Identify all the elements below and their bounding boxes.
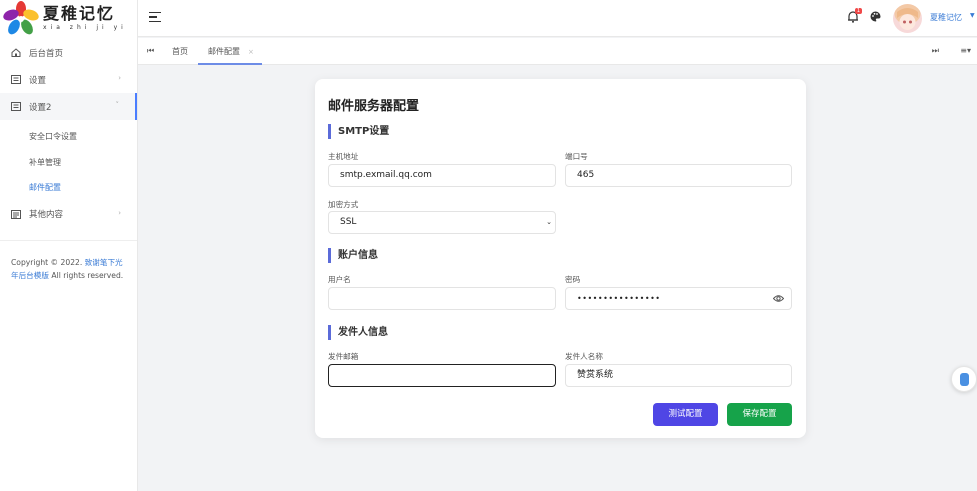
port-label: 端口号	[565, 152, 588, 161]
password-value: ••••••••••••••••	[577, 294, 661, 303]
host-label: 主机地址	[328, 152, 359, 161]
sidebar-subitem-order-fix[interactable]: 补单管理	[0, 150, 137, 176]
sidebar-item-settings2[interactable]: 设置2 ˅	[0, 93, 137, 120]
sender-email-input[interactable]	[328, 364, 556, 387]
home-icon	[11, 48, 21, 57]
brand-name: 夏稚记忆	[43, 4, 116, 23]
tab-bar: ⏮ 首页 邮件配置 × ⏭ ≡▾	[138, 38, 977, 65]
test-config-button[interactable]: 测试配置	[653, 403, 718, 426]
tab-menu-icon[interactable]: ≡▾	[960, 46, 971, 55]
floating-helper-button[interactable]	[951, 366, 977, 392]
copyright-text: Copyright © 2022.	[11, 257, 83, 267]
copyright: Copyright © 2022. 致谢笔下光年后台模版 All rights …	[0, 241, 137, 297]
sidebar-subitem-email-config[interactable]: 邮件配置	[0, 175, 137, 201]
sender-name-label: 发件人名称	[565, 352, 603, 361]
copyright-suffix: All rights reserved.	[51, 270, 124, 280]
sender-email-label: 发件邮箱	[328, 352, 359, 361]
tab-label: 邮件配置	[208, 47, 240, 56]
sidebar: 夏稚记忆 xia zhi ji yi 后台首页 设置 › 设置2 ˅ 安全口令设…	[0, 0, 138, 491]
helper-icon	[960, 373, 969, 386]
tab-scroll-right-icon[interactable]: ⏭	[932, 46, 939, 56]
username[interactable]: 夏稚记忆	[930, 12, 962, 23]
password-input[interactable]: ••••••••••••••••	[565, 287, 792, 310]
encryption-value: SSL	[340, 217, 357, 227]
port-input[interactable]: 465	[565, 164, 792, 187]
section-account: 账户信息	[328, 248, 378, 263]
tab-email-config[interactable]: 邮件配置 ×	[198, 38, 262, 65]
settings-card-icon	[11, 75, 21, 84]
chevron-right-icon: ›	[118, 74, 121, 82]
sidebar-submenu: 安全口令设置 补单管理 邮件配置	[0, 120, 137, 201]
eye-icon[interactable]	[773, 294, 784, 303]
username-label: 用户名	[328, 275, 351, 284]
section-sender: 发件人信息	[328, 325, 388, 340]
sidebar-nav: 后台首页 设置 › 设置2 ˅ 安全口令设置 补单管理 邮件配置 其他内容 ›	[0, 39, 137, 228]
tab-home[interactable]: 首页	[172, 38, 188, 65]
sidebar-subitem-security-token[interactable]: 安全口令设置	[0, 124, 137, 150]
encryption-select[interactable]: SSL ⌄	[328, 211, 556, 234]
chevron-right-icon: ›	[118, 208, 121, 217]
chevron-down-icon: ⌄	[546, 218, 552, 226]
sender-name-input[interactable]: 赞赏系统	[565, 364, 792, 387]
top-header: 1 夏稚记忆 ▼	[138, 0, 977, 37]
menu-toggle-icon[interactable]	[149, 12, 161, 22]
caret-down-icon[interactable]: ▼	[970, 12, 975, 19]
host-input[interactable]: smtp.exmail.qq.com	[328, 164, 556, 187]
close-icon[interactable]: ×	[248, 48, 254, 56]
sidebar-item-other[interactable]: 其他内容 ›	[0, 201, 137, 228]
section-smtp: SMTP设置	[328, 124, 389, 139]
sidebar-item-label: 设置2	[29, 102, 52, 113]
username-input[interactable]	[328, 287, 556, 310]
save-config-button[interactable]: 保存配置	[727, 403, 792, 426]
encryption-label: 加密方式	[328, 200, 359, 209]
logo[interactable]: 夏稚记忆 xia zhi ji yi	[0, 0, 137, 36]
notification-badge: 1	[855, 8, 862, 14]
palette-icon[interactable]	[870, 11, 881, 22]
password-label: 密码	[565, 275, 581, 284]
avatar[interactable]	[893, 4, 922, 33]
sidebar-item-settings[interactable]: 设置 ›	[0, 66, 137, 93]
brand-pinyin: xia zhi ji yi	[43, 24, 127, 31]
settings-card-icon	[11, 102, 21, 111]
flower-logo-icon	[3, 1, 39, 35]
tab-scroll-left-icon[interactable]: ⏮	[147, 46, 154, 56]
page-title: 邮件服务器配置	[328, 99, 420, 114]
content-icon	[11, 209, 21, 219]
sidebar-item-label: 设置	[29, 75, 47, 86]
chevron-down-icon: ˅	[115, 101, 120, 109]
sidebar-item-label: 其他内容	[29, 210, 64, 220]
sidebar-item-home[interactable]: 后台首页	[0, 39, 137, 66]
sidebar-item-label: 后台首页	[29, 48, 64, 59]
email-config-card: 邮件服务器配置 SMTP设置 主机地址 smtp.exmail.qq.com 端…	[315, 79, 806, 438]
